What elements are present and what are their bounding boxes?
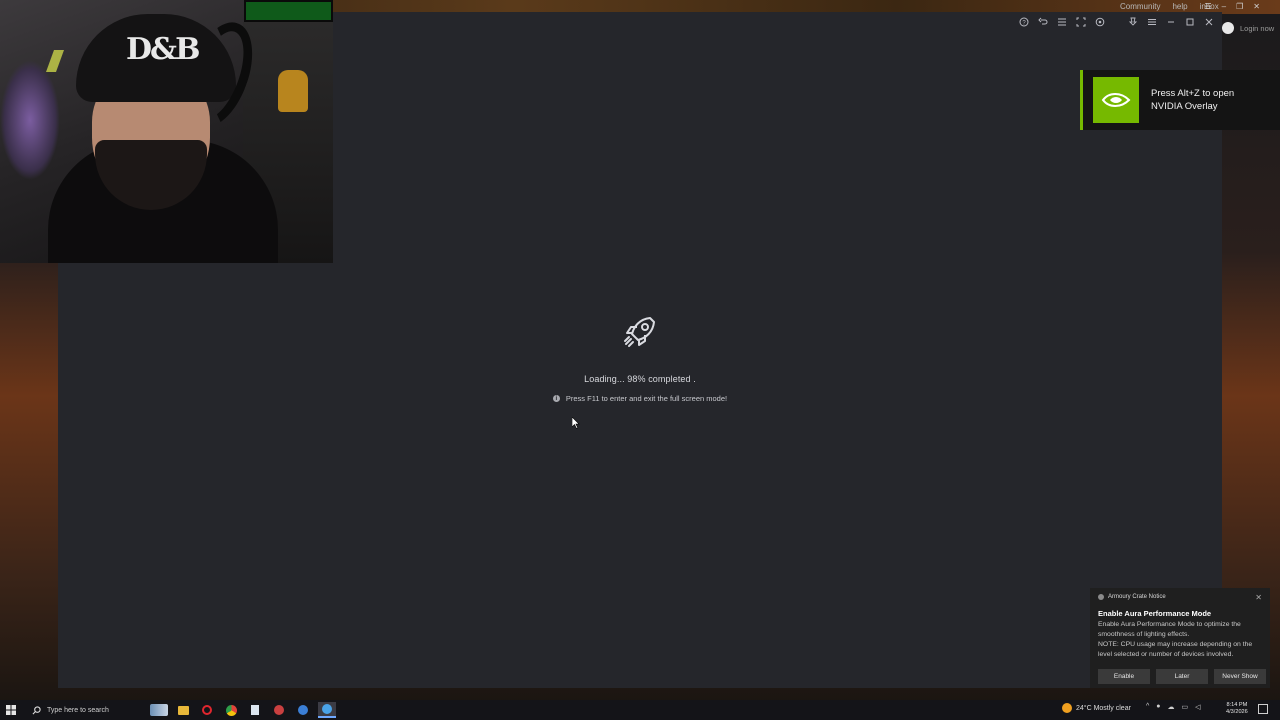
browser-icon[interactable] bbox=[294, 702, 312, 718]
later-button[interactable]: Later bbox=[1156, 669, 1208, 684]
chrome-icon[interactable] bbox=[222, 702, 240, 718]
weather-widget[interactable]: 24°C Mostly clear bbox=[1062, 703, 1131, 713]
taskbar-clock[interactable]: 8:14 PM 4/3/2026 bbox=[1226, 702, 1248, 716]
notepad-icon[interactable] bbox=[246, 702, 264, 718]
close-icon[interactable]: ✕ bbox=[1255, 593, 1262, 602]
info-icon: i bbox=[552, 395, 560, 402]
armoury-crate-notice: Armoury Crate Notice ✕ Enable Aura Perfo… bbox=[1090, 588, 1270, 688]
active-app-icon[interactable] bbox=[318, 702, 336, 718]
enable-button[interactable]: Enable bbox=[1098, 669, 1150, 684]
notice-body: Enable Aura Performance Mode to optimize… bbox=[1098, 620, 1262, 660]
avatar bbox=[1222, 22, 1234, 34]
search-icon bbox=[32, 705, 41, 714]
clock-time: 8:14 PM bbox=[1226, 702, 1248, 708]
notice-title: Enable Aura Performance Mode bbox=[1098, 609, 1212, 618]
cloud-icon[interactable]: ☁ bbox=[1168, 703, 1175, 711]
weather-sun-icon bbox=[1062, 703, 1072, 713]
search-placeholder: Type here to search bbox=[47, 706, 109, 714]
menu-icon[interactable]: ☰ bbox=[1205, 2, 1212, 11]
settings-icon[interactable] bbox=[1094, 16, 1105, 27]
minimize-icon[interactable] bbox=[1165, 16, 1176, 27]
hint-text: Press F11 to enter and exit the full scr… bbox=[565, 394, 728, 403]
cap-logo: D&B bbox=[126, 32, 200, 67]
notice-header: Armoury Crate Notice bbox=[1108, 594, 1166, 600]
taskbar: Type here to search 24°C Mostly clear ^ … bbox=[0, 700, 1280, 720]
network-icon[interactable]: ▭ bbox=[1182, 703, 1189, 711]
notice-note-line: NOTE: CPU usage may increase depending o… bbox=[1098, 641, 1253, 658]
mouse-cursor-icon bbox=[572, 417, 580, 429]
loading-panel: Loading... 98% completed . i Press F11 t… bbox=[58, 312, 1222, 403]
app-icon[interactable] bbox=[270, 702, 288, 718]
opera-icon[interactable] bbox=[198, 702, 216, 718]
close-icon[interactable] bbox=[1203, 16, 1214, 27]
undo-icon[interactable] bbox=[1037, 16, 1048, 27]
menu-icon[interactable] bbox=[1146, 16, 1157, 27]
nvidia-overlay-toast[interactable]: Press Alt+Z to open NVIDIA Overlay bbox=[1080, 70, 1280, 130]
file-explorer-icon[interactable] bbox=[174, 702, 192, 718]
webcam-overlay: D&B bbox=[0, 0, 333, 263]
maximize-icon[interactable] bbox=[1184, 16, 1195, 27]
system-tray: ^ ● ☁ ▭ ◁ bbox=[1146, 703, 1201, 711]
notification-icon[interactable] bbox=[1258, 704, 1268, 714]
armoury-logo-icon bbox=[1098, 594, 1104, 600]
pin-icon[interactable] bbox=[1127, 16, 1138, 27]
chevron-up-icon[interactable]: ^ bbox=[1146, 703, 1149, 711]
fullscreen-hint: i Press F11 to enter and exit the full s… bbox=[58, 394, 1222, 403]
nvidia-logo-icon bbox=[1093, 77, 1139, 123]
minimize-icon[interactable]: – bbox=[1222, 2, 1226, 11]
fullscreen-icon[interactable] bbox=[1075, 16, 1086, 27]
close-icon[interactable]: ✕ bbox=[1253, 2, 1260, 11]
list-icon[interactable] bbox=[1056, 16, 1067, 27]
notice-body-line: Enable Aura Performance Mode to optimize… bbox=[1098, 621, 1241, 638]
news-widget-icon[interactable] bbox=[150, 702, 168, 718]
volume-icon[interactable]: ◁ bbox=[1195, 703, 1200, 711]
login-label: Login now bbox=[1240, 23, 1275, 33]
login-now[interactable]: Login now bbox=[1222, 22, 1274, 34]
microphone-icon[interactable]: ● bbox=[1156, 703, 1160, 711]
help-link[interactable]: help bbox=[1172, 2, 1187, 11]
weather-text: 24°C Mostly clear bbox=[1076, 704, 1131, 712]
loading-status: Loading... 98% completed . bbox=[584, 374, 696, 384]
nvidia-toast-message: Press Alt+Z to open NVIDIA Overlay bbox=[1151, 88, 1235, 112]
taskbar-apps bbox=[150, 702, 336, 718]
windows-start-icon[interactable] bbox=[0, 700, 22, 720]
taskbar-search[interactable]: Type here to search bbox=[22, 700, 122, 720]
clock-date: 4/3/2026 bbox=[1226, 709, 1248, 715]
community-link[interactable]: Community bbox=[1120, 2, 1160, 11]
rocket-icon bbox=[624, 317, 655, 347]
restore-icon[interactable]: ❐ bbox=[1236, 2, 1243, 11]
desktop-window-controls: ☰ – ❐ ✕ bbox=[1205, 2, 1261, 11]
titlebar-icons: ? bbox=[1018, 16, 1214, 27]
never-show-button[interactable]: Never Show bbox=[1214, 669, 1266, 684]
help-icon[interactable]: ? bbox=[1018, 16, 1029, 27]
